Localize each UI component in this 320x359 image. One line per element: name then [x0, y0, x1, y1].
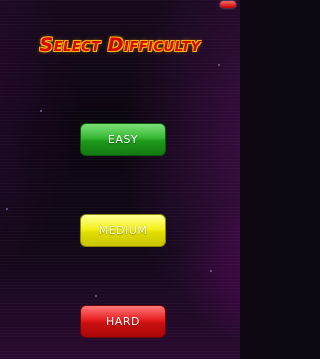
background-star: [6, 208, 8, 210]
difficulty-screen: Select Difficulty EASY MEDIUM HARD: [0, 0, 240, 359]
background-star: [210, 270, 212, 272]
screen-title: Select Difficulty: [39, 34, 201, 56]
background-star: [40, 110, 42, 112]
medium-button[interactable]: MEDIUM: [80, 214, 166, 247]
easy-button[interactable]: EASY: [80, 123, 166, 156]
status-indicator-icon: [220, 1, 236, 8]
hard-button[interactable]: HARD: [80, 305, 166, 338]
background-star: [218, 64, 220, 66]
background-star: [95, 295, 97, 297]
